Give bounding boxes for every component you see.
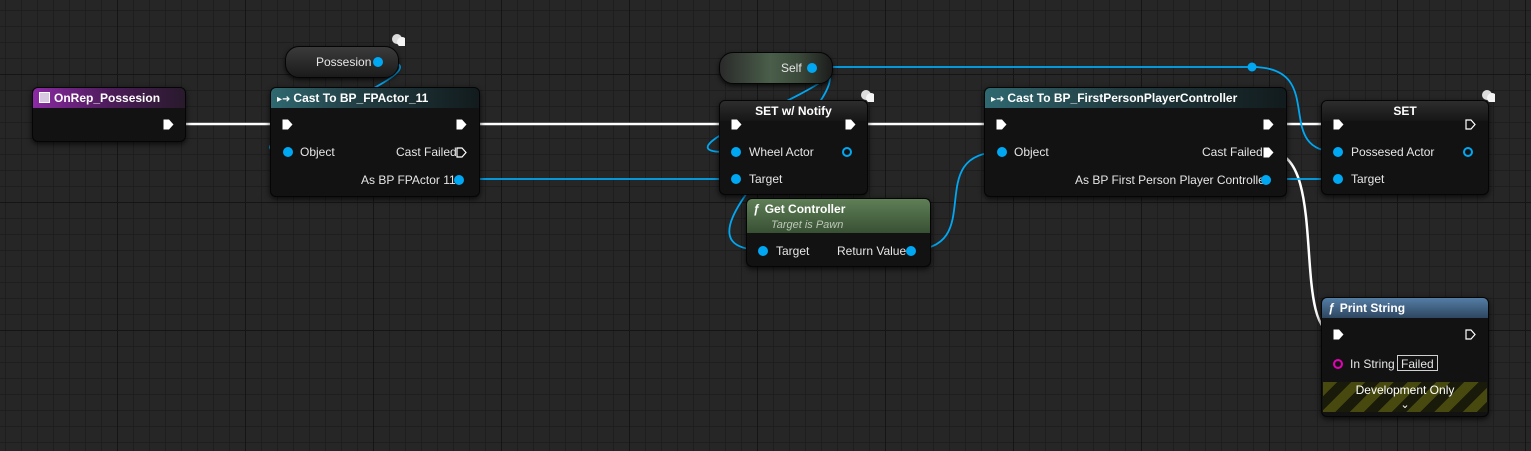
object-input-pin[interactable] [283,147,293,157]
exec-input-pin[interactable] [1333,119,1344,130]
print-string-title: Print String [1339,301,1406,315]
in-string-input-pin[interactable] [1333,359,1343,369]
get-controller-subtitle: Target is Pawn [771,219,844,231]
wheel-actor-label: Wheel Actor [749,145,814,159]
set-wheel-actor-node[interactable]: SET w/ Notify Wheel Actor Target [719,100,868,195]
set-notify-title: SET w/ Notify [755,104,832,118]
cast-failed-label: Cast Failed [1202,145,1263,159]
self-label: Self [781,61,802,75]
event-title: OnRep_Possesion [54,91,161,105]
event-node-header: OnRep_Possesion [33,88,185,108]
wheel-actor-output-pin[interactable] [842,147,852,157]
cast-title: Cast To BP_FirstPersonPlayerController [1007,91,1238,105]
get-controller-title: Get Controller [764,202,846,216]
comment-bubble-icon[interactable] [391,32,405,46]
exec-output-pin[interactable] [1465,119,1476,130]
target-input-pin[interactable] [758,246,768,256]
event-icon [39,92,50,103]
return-value-output-pin[interactable] [906,246,916,256]
object-pin-label: Object [1014,145,1049,159]
exec-input-pin[interactable] [731,119,742,130]
self-output-pin[interactable] [807,63,817,73]
comment-bubble-icon[interactable] [860,88,874,102]
object-pin-label: Object [300,145,335,159]
target-label: Target [1351,172,1385,186]
possesed-actor-input-pin[interactable] [1333,147,1343,157]
comment-bubble-icon[interactable] [1481,88,1495,102]
exec-output-pin[interactable] [1263,119,1274,130]
cast-failed-label: Cast Failed [396,145,457,159]
event-node-onrep-possesion[interactable]: OnRep_Possesion [32,87,186,142]
possesion-variable-node[interactable]: Possesion [285,46,399,78]
target-input-pin[interactable] [731,174,741,184]
return-value-label: Return Value [837,244,907,258]
in-string-value-field[interactable]: Failed [1397,355,1438,371]
exec-output-pin[interactable] [163,119,174,130]
cast-node-player-controller[interactable]: ▸➜ Cast To BP_FirstPersonPlayerController… [984,87,1287,197]
cast-node-fpactor[interactable]: ▸➜ Cast To BP_FPActor_11 Object Cast Fail… [270,87,480,197]
cast-title: Cast To BP_FPActor_11 [293,91,429,105]
exec-input-pin[interactable] [282,119,293,130]
cast-icon: ▸➜ [277,94,291,105]
exec-output-pin[interactable] [1465,329,1476,340]
cast-failed-exec-pin[interactable] [456,147,467,158]
possesed-actor-output-pin[interactable] [1463,147,1473,157]
get-controller-node[interactable]: ƒ Get Controller Target is Pawn Target Re… [746,198,931,267]
possesion-label: Possesion [316,55,372,69]
exec-input-pin[interactable] [1333,329,1344,340]
as-output-label: As BP FPActor 11 [361,173,456,187]
exec-output-pin[interactable] [845,119,856,130]
target-label: Target [776,244,810,258]
print-string-header: ƒ Print String [1322,298,1488,318]
function-icon: ƒ [753,202,760,216]
wheel-actor-input-pin[interactable] [731,147,741,157]
as-output-pin[interactable] [1261,175,1271,185]
set-notify-header: SET w/ Notify [720,101,867,121]
cast-failed-exec-pin[interactable] [1263,147,1274,158]
set-title: SET [1393,104,1417,118]
possesion-output-pin[interactable] [373,57,383,67]
function-icon: ƒ [1328,301,1335,315]
target-label: Target [749,172,783,186]
possesed-actor-label: Possesed Actor [1351,145,1435,159]
as-output-pin[interactable] [454,175,464,185]
expand-chevron-icon[interactable]: ⌄ [1322,398,1488,411]
in-string-label: In String [1350,357,1395,371]
target-input-pin[interactable] [1333,174,1343,184]
set-possesed-actor-node[interactable]: SET Possesed Actor Target [1321,100,1489,195]
print-string-node[interactable]: ƒ Print String In String Failed Developme… [1321,297,1489,417]
object-input-pin[interactable] [997,147,1007,157]
cast-icon: ▸➜ [991,94,1005,105]
cast-node-header: ▸➜ Cast To BP_FirstPersonPlayerController [985,88,1286,108]
set-header: SET [1322,101,1488,121]
self-node[interactable]: Self [719,52,833,84]
as-output-label: As BP First Person Player Controller [1075,173,1269,187]
cast-node-header: ▸➜ Cast To BP_FPActor_11 [271,88,479,108]
exec-output-pin[interactable] [456,119,467,130]
reroute-knot[interactable] [1247,62,1257,72]
exec-input-pin[interactable] [996,119,1007,130]
development-only-label: Development Only [1355,383,1455,397]
